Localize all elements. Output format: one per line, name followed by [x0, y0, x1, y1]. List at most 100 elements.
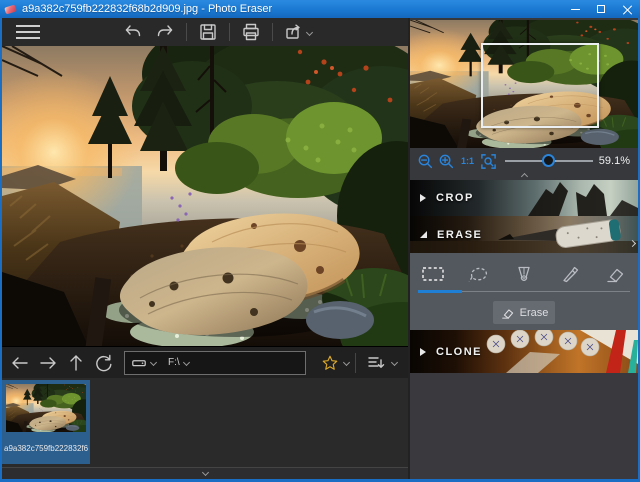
one-to-one-icon: 1:1: [460, 156, 474, 166]
app-eraser-icon: [4, 3, 17, 15]
main-toolbar: [2, 18, 408, 46]
panel-header-erase[interactable]: ERASE: [410, 216, 638, 253]
save-button[interactable]: [195, 20, 221, 44]
close-button[interactable]: [614, 0, 640, 18]
redo-icon: [157, 25, 173, 37]
clone-panel-label: CLONE: [436, 345, 482, 358]
thumbnail-selected[interactable]: a9a382c759fb222832f68b2...: [2, 380, 90, 464]
chevron-right-icon: [628, 239, 636, 247]
panel-header-clone[interactable]: CLONE: [410, 330, 638, 373]
tool-lasso-select[interactable]: [464, 261, 494, 287]
expand-arrow-icon: [420, 194, 426, 202]
fit-screen-button[interactable]: [478, 150, 499, 172]
zoom-out-icon: [418, 154, 433, 168]
refresh-icon: [96, 354, 112, 371]
drive-letter: F:\: [168, 357, 180, 368]
drive-selector[interactable]: [125, 352, 162, 374]
sort-list-button[interactable]: [362, 349, 390, 377]
toolbar-separator: [272, 23, 273, 41]
zoom-in-icon: [439, 154, 454, 168]
undo-icon: [125, 25, 141, 37]
redo-button[interactable]: [152, 20, 178, 44]
maximize-button[interactable]: [588, 0, 614, 18]
titlebar[interactable]: a9a382c759fb222832f68b2d909.jpg - Photo …: [0, 0, 640, 18]
erase-apply-button[interactable]: Erase: [493, 301, 555, 324]
panel-header-crop[interactable]: CROP: [410, 180, 638, 216]
arrow-up-icon: [70, 354, 82, 371]
refresh-button[interactable]: [90, 349, 118, 377]
arrow-left-icon: [12, 356, 28, 369]
pen-nib-icon: [518, 266, 530, 281]
rect-select-icon: [422, 267, 444, 281]
erase-button-label: Erase: [519, 306, 549, 319]
toolbar-separator: [186, 23, 187, 41]
filmstrip-collapse-bar[interactable]: [2, 467, 408, 479]
drive-dropdown-caret: [149, 358, 158, 367]
crop-panel-label: CROP: [436, 192, 474, 204]
lasso-select-icon: [468, 267, 487, 282]
eraser-icon: [607, 268, 624, 283]
actual-size-button[interactable]: 1:1: [457, 150, 478, 172]
print-button[interactable]: [238, 20, 264, 44]
zoom-slider-handle[interactable]: [542, 154, 555, 167]
right-panel-empty-area: [410, 373, 638, 479]
navigator-preview[interactable]: [410, 20, 638, 148]
photo-bench-sunset: [2, 46, 408, 346]
menu-button[interactable]: [16, 25, 40, 39]
thumbnail-filename: a9a382c759fb222832f68b2...: [4, 444, 88, 453]
previous-image-button[interactable]: [6, 349, 34, 377]
undo-button[interactable]: [120, 20, 146, 44]
next-image-button[interactable]: [34, 349, 62, 377]
hamburger-icon: [16, 25, 40, 27]
sort-dropdown-caret[interactable]: [390, 358, 399, 367]
save-icon: [200, 24, 216, 40]
collapse-up-icon: [520, 172, 528, 181]
panel-collapse-button[interactable]: [627, 230, 637, 256]
zoom-percentage: 59.1%: [598, 155, 630, 167]
right-panel: 1:1 59.1% CROP ERASE Erase CLONE: [410, 18, 638, 479]
tool-eraser[interactable]: [600, 261, 630, 287]
maximize-icon: [597, 5, 605, 13]
star-icon: [322, 355, 338, 370]
share-button[interactable]: [281, 20, 315, 44]
erase-button-icon: [501, 308, 513, 319]
up-folder-button[interactable]: [62, 349, 90, 377]
filmstrip: a9a382c759fb222832f68b2...: [2, 378, 408, 467]
zoom-in-button[interactable]: [436, 150, 457, 172]
arrow-right-icon: [40, 356, 56, 369]
favorites-button[interactable]: [316, 349, 344, 377]
toolbar-separator: [229, 23, 230, 41]
collapse-arrow-icon: [420, 231, 427, 238]
brush-icon: [562, 266, 578, 283]
path-bar[interactable]: F:\: [124, 350, 306, 375]
window-border-left: [0, 18, 2, 482]
minimize-icon: [570, 8, 580, 10]
zoom-out-button[interactable]: [415, 150, 436, 172]
close-icon: [623, 5, 632, 14]
sort-list-icon: [368, 356, 385, 368]
navbar-separator: [355, 352, 356, 373]
minimize-button[interactable]: [562, 0, 588, 18]
favorites-dropdown-caret[interactable]: [342, 358, 351, 367]
expand-arrow-icon: [420, 347, 426, 356]
print-icon: [243, 23, 259, 41]
zoom-slider[interactable]: [505, 150, 593, 172]
tool-rect-select[interactable]: [418, 261, 448, 287]
erase-tools-panel: Erase: [410, 253, 638, 330]
zoom-controls: 1:1 59.1%: [410, 148, 638, 174]
path-segment-drive[interactable]: F:\: [162, 352, 195, 374]
fit-screen-icon: [481, 153, 496, 169]
active-tool-indicator: [418, 290, 462, 293]
browse-toolbar: F:\: [2, 346, 408, 378]
image-canvas[interactable]: [2, 46, 408, 346]
tool-brush[interactable]: [555, 261, 585, 287]
tool-polygon-select[interactable]: [509, 261, 539, 287]
navigator-viewport-rect[interactable]: [481, 43, 599, 128]
share-icon: [286, 24, 300, 39]
thumbnail-image: [6, 384, 86, 432]
erase-panel-label: ERASE: [437, 228, 483, 241]
window-title: a9a382c759fb222832f68b2d909.jpg - Photo …: [22, 3, 273, 15]
photo-eraser-window: a9a382c759fb222832f68b2d909.jpg - Photo …: [0, 0, 640, 482]
share-dropdown-caret: [305, 28, 314, 36]
collapse-down-icon: [201, 468, 209, 477]
